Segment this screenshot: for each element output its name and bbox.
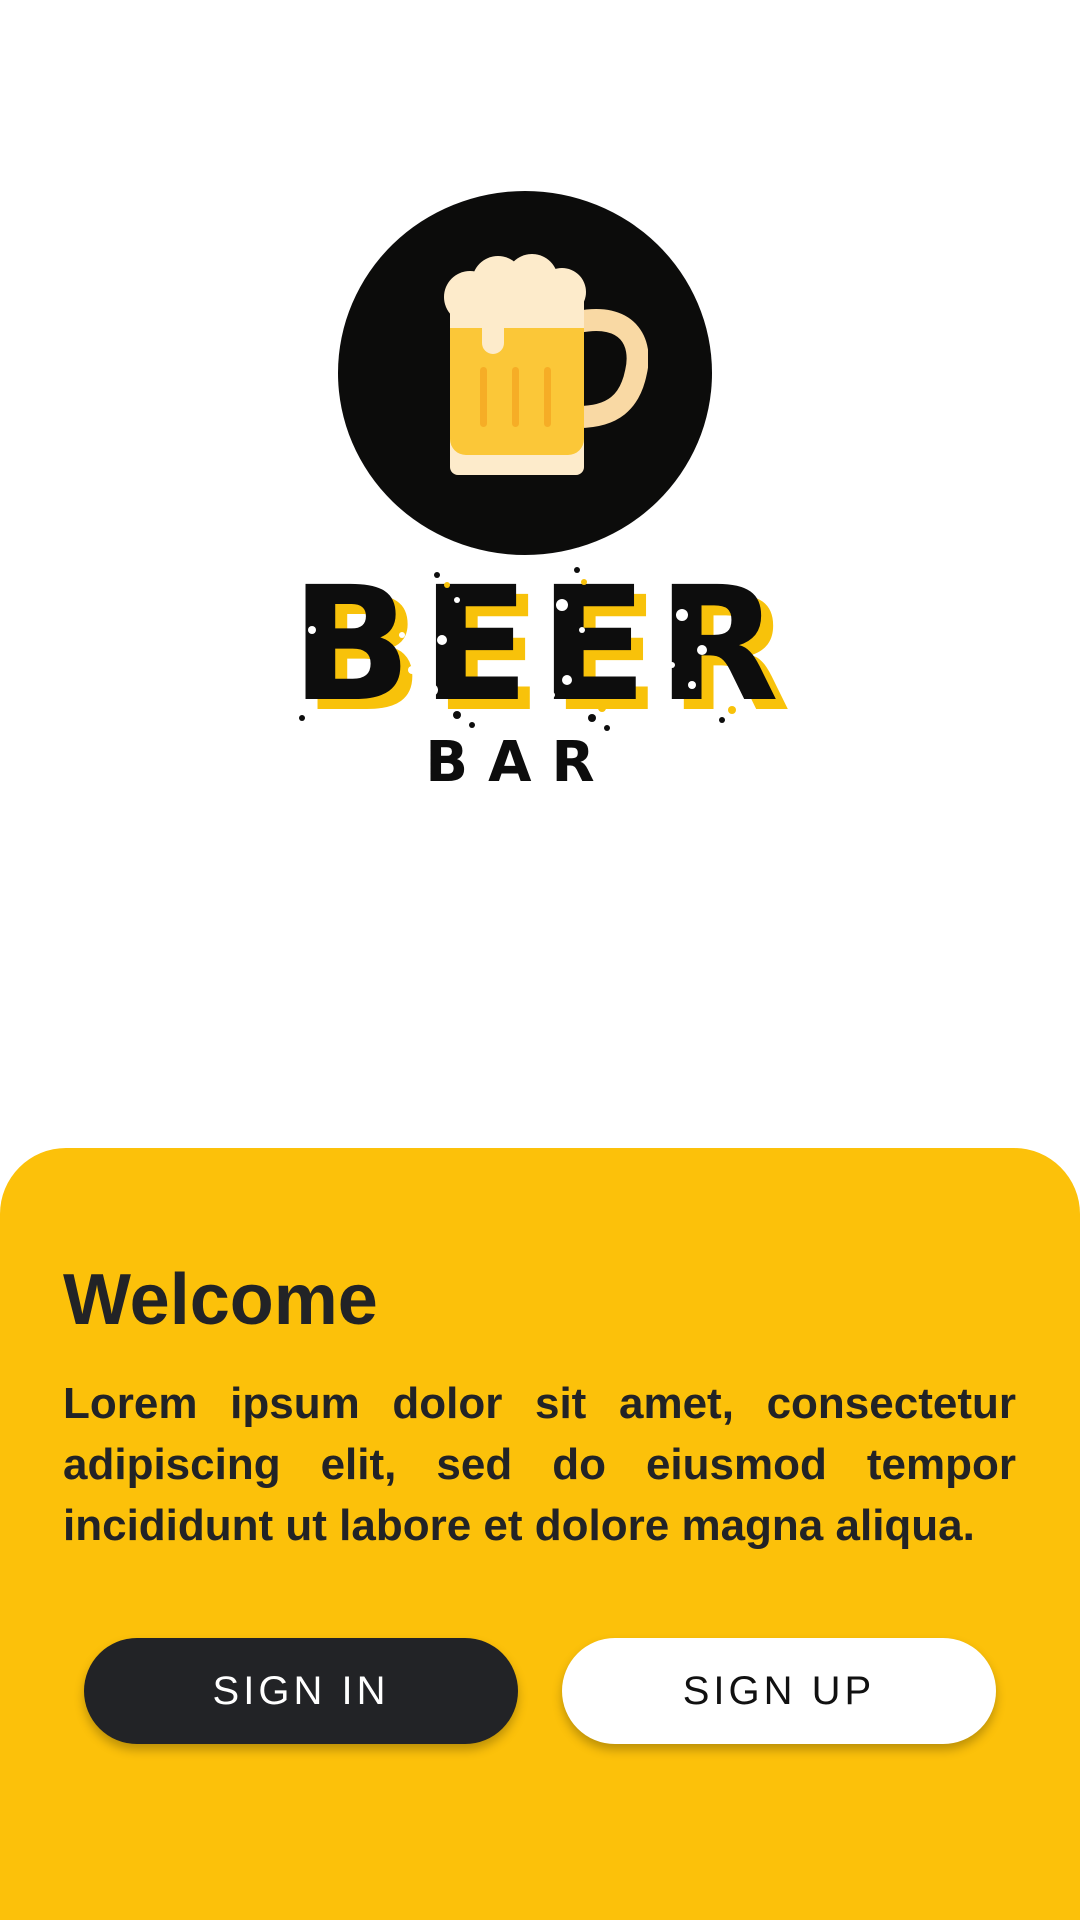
grunge-texture xyxy=(279,567,736,731)
welcome-title: Welcome xyxy=(63,1260,378,1340)
welcome-screen: BEER BEER BAR Welcome Lorem ipsum dolor … xyxy=(0,0,1080,1920)
logo-area: BEER BEER BAR xyxy=(0,0,1080,1148)
sign-up-button[interactable]: SIGN UP xyxy=(562,1638,996,1744)
beer-mug-icon xyxy=(444,254,648,475)
welcome-panel: Welcome Lorem ipsum dolor sit amet, cons… xyxy=(0,1148,1080,1920)
sign-in-button[interactable]: SIGN IN xyxy=(84,1638,518,1744)
logo-subtitle: BAR xyxy=(425,730,615,795)
welcome-description: Lorem ipsum dolor sit amet, consectetur … xyxy=(63,1379,1016,1550)
